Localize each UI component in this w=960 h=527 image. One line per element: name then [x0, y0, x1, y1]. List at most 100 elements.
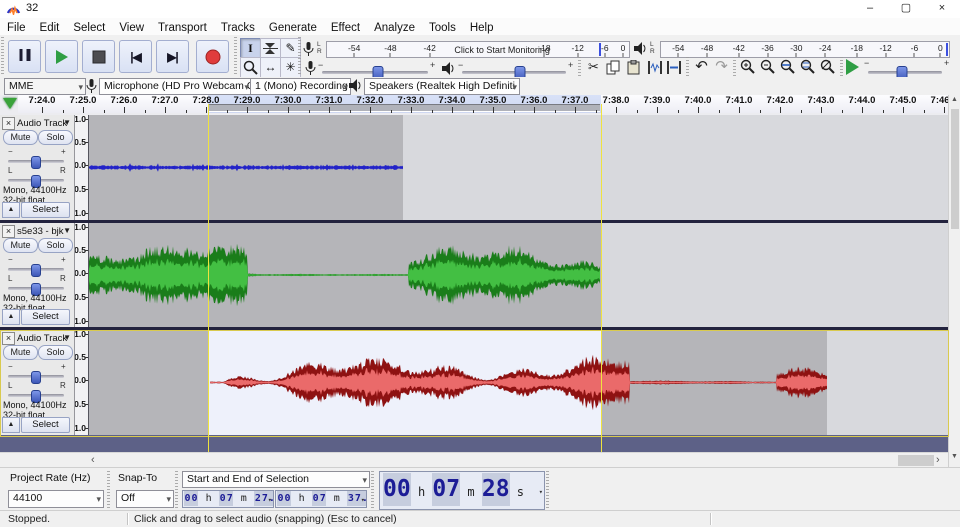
selection-end-field[interactable]: ▾00 h 07 m 37.701 s: [275, 490, 367, 508]
time-digit[interactable]: 7: [226, 491, 233, 506]
collapse-track-button[interactable]: ▲: [2, 417, 20, 433]
menu-file[interactable]: File: [0, 20, 33, 34]
zoom-in-button[interactable]: [738, 58, 757, 77]
select-track-button[interactable]: Select: [21, 202, 70, 218]
track-menu-dropdown-icon[interactable]: ▼: [63, 226, 71, 235]
gain-slider-thumb[interactable]: [31, 156, 41, 169]
toolbar-grip[interactable]: [107, 471, 110, 508]
gain-slider-thumb[interactable]: [31, 371, 41, 384]
envelope-tool-button[interactable]: [260, 38, 281, 59]
play-button[interactable]: [45, 40, 78, 73]
spinner-icon[interactable]: ▾: [539, 476, 543, 509]
time-digit[interactable]: 0: [432, 473, 446, 506]
time-digit[interactable]: 0: [277, 491, 284, 506]
scroll-down-icon[interactable]: ▼: [951, 453, 958, 460]
scroll-right-icon[interactable]: ›: [936, 454, 940, 466]
pause-button[interactable]: [8, 40, 41, 73]
selection-tool-button[interactable]: I: [240, 38, 261, 59]
time-unit[interactable]: m: [333, 491, 340, 506]
zoom-out-button[interactable]: [758, 58, 777, 77]
time-unit[interactable]: [291, 491, 298, 506]
timeshift-tool-button[interactable]: ↔: [260, 57, 281, 78]
mute-button[interactable]: Mute: [3, 130, 38, 145]
play-pin-icon[interactable]: [3, 98, 17, 109]
time-unit[interactable]: h: [418, 476, 425, 509]
record-meter[interactable]: -54-48-42-18-12-60Click to Start Monitor…: [326, 41, 630, 58]
menu-effect[interactable]: Effect: [324, 20, 367, 34]
track-name[interactable]: Audio Track: [17, 333, 67, 344]
menu-transport[interactable]: Transport: [151, 20, 214, 34]
track-close-button[interactable]: ×: [2, 225, 15, 238]
toolbar-grip[interactable]: [733, 57, 736, 76]
maximize-button[interactable]: ▢: [888, 0, 924, 18]
time-digit[interactable]: 0: [397, 473, 411, 506]
play-at-speed-button[interactable]: [846, 59, 859, 75]
toolbar-grip[interactable]: [298, 37, 301, 75]
track-name[interactable]: Audio Track: [17, 118, 67, 129]
time-unit[interactable]: m: [240, 491, 247, 506]
selection-mode-select[interactable]: Start and End of Selection▾: [182, 471, 370, 488]
time-unit[interactable]: [425, 476, 432, 509]
time-digit[interactable]: 7: [319, 491, 326, 506]
vertical-scale-ruler[interactable]: 1.00.50.0-0.5-1.0: [75, 223, 89, 327]
track-close-button[interactable]: ×: [2, 332, 15, 345]
time-digit[interactable]: 3: [347, 491, 354, 506]
menu-view[interactable]: View: [112, 20, 151, 34]
silence-audio-button[interactable]: [664, 58, 683, 77]
stop-button[interactable]: [82, 40, 115, 73]
menu-select[interactable]: Select: [66, 20, 112, 34]
track-name[interactable]: s5e33 - bjk: [17, 226, 63, 237]
toolbar-grip[interactable]: [578, 57, 581, 76]
redo-button[interactable]: ↷: [712, 58, 731, 77]
toolbar-grip[interactable]: [234, 37, 237, 75]
toolbar-grip[interactable]: [686, 57, 689, 76]
menu-generate[interactable]: Generate: [262, 20, 324, 34]
track-waveform[interactable]: [88, 115, 948, 220]
select-track-button[interactable]: Select: [21, 309, 70, 325]
minimize-button[interactable]: –: [852, 0, 888, 18]
time-digit[interactable]: 0: [383, 473, 397, 506]
record-volume-slider[interactable]: [322, 71, 428, 74]
solo-button[interactable]: Solo: [38, 238, 73, 253]
time-unit[interactable]: [475, 476, 482, 509]
track-waveform[interactable]: [88, 223, 948, 327]
track-waveform[interactable]: [88, 330, 948, 435]
time-digit[interactable]: 2: [482, 473, 496, 506]
time-digit[interactable]: 2: [254, 491, 261, 506]
time-unit[interactable]: h: [205, 491, 212, 506]
trim-audio-button[interactable]: [645, 58, 664, 77]
time-unit[interactable]: [510, 476, 517, 509]
gain-slider[interactable]: [8, 375, 64, 378]
vertical-scale-ruler[interactable]: 1.00.50.0-0.5-1.0: [75, 330, 89, 435]
fit-project-button[interactable]: [798, 58, 817, 77]
recording-channels-select[interactable]: 1 (Mono) Recording Chann▾: [250, 78, 351, 95]
pan-slider[interactable]: [8, 394, 64, 397]
menu-analyze[interactable]: Analyze: [367, 20, 422, 34]
solo-button[interactable]: Solo: [38, 130, 73, 145]
toolbar-grip[interactable]: [840, 57, 843, 76]
mute-button[interactable]: Mute: [3, 345, 38, 360]
time-digit[interactable]: 0: [284, 491, 291, 506]
time-unit[interactable]: m: [467, 476, 474, 509]
project-rate-select[interactable]: 44100▾: [8, 490, 104, 508]
spinner-icon[interactable]: ▾: [268, 493, 272, 508]
gain-slider[interactable]: [8, 160, 64, 163]
time-unit[interactable]: [460, 476, 467, 509]
time-digit[interactable]: 8: [496, 473, 510, 506]
fit-selection-button[interactable]: [778, 58, 797, 77]
horizontal-scroll-thumb[interactable]: [898, 455, 934, 466]
time-digit[interactable]: 0: [184, 491, 191, 506]
select-track-button[interactable]: Select: [21, 417, 70, 433]
time-unit[interactable]: [233, 491, 240, 506]
time-digit[interactable]: 0: [191, 491, 198, 506]
audio-host-select[interactable]: MME▾: [4, 78, 86, 95]
time-unit[interactable]: [212, 491, 219, 506]
horizontal-scrollbar[interactable]: ‹ ›: [0, 452, 948, 468]
toolbar-grip[interactable]: [371, 471, 374, 508]
pan-slider[interactable]: [8, 287, 64, 290]
menu-tools[interactable]: Tools: [422, 20, 463, 34]
time-digit[interactable]: 0: [312, 491, 319, 506]
time-unit[interactable]: s: [517, 476, 524, 509]
undo-button[interactable]: ↶: [692, 58, 711, 77]
vertical-scale-ruler[interactable]: 1.00.50.0-0.5-1.0: [75, 115, 89, 220]
